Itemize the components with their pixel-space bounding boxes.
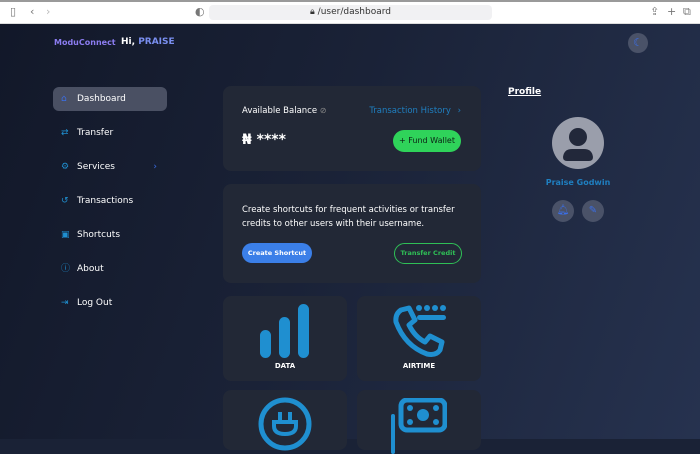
logo[interactable]: ModuConnect	[54, 38, 116, 47]
fund-wallet-button[interactable]: + Fund Wallet	[393, 130, 461, 152]
sidebar-item-transactions[interactable]: ↺Transactions	[53, 189, 167, 213]
new-tab-icon[interactable]: +	[667, 5, 676, 18]
address-bar[interactable]: 🔒︎ /user/dashboard	[209, 5, 492, 20]
service-tile-data[interactable]: DATA	[223, 296, 347, 381]
home-icon: ⌂	[61, 87, 77, 111]
sidebar-item-label: About	[77, 264, 104, 274]
sidebar-item-label: Transactions	[77, 196, 133, 206]
notifications-bell-icon[interactable]: 🔔︎	[552, 200, 574, 222]
sidebar-item-label: Log Out	[77, 298, 112, 308]
plug-icon	[257, 396, 313, 452]
url-text: /user/dashboard	[318, 7, 391, 17]
currency-symbol: ₦	[242, 132, 252, 148]
avatar[interactable]	[552, 117, 604, 169]
info-icon: ⓘ	[61, 257, 77, 281]
sidebar-item-shortcuts[interactable]: ▣Shortcuts	[53, 223, 167, 247]
balance-label-text: Available Balance	[242, 106, 317, 116]
history-icon: ↺	[61, 189, 77, 213]
sidebar-item-dashboard[interactable]: ⌂Dashboard	[53, 87, 167, 111]
gear-icon: ⚙	[61, 155, 77, 179]
shield-icon: ◐	[195, 5, 205, 18]
profile-title: Profile	[508, 87, 541, 97]
back-icon[interactable]: ‹	[30, 5, 34, 18]
forward-icon[interactable]: ›	[46, 5, 50, 18]
amount-hidden: ****	[257, 132, 286, 148]
create-shortcut-button[interactable]: Create Shortcut	[242, 243, 312, 263]
cash-icon	[391, 398, 447, 454]
sidebar-item-label: Shortcuts	[77, 230, 120, 240]
chevron-right-icon: ›	[458, 106, 461, 116]
service-tile-electricity[interactable]	[223, 390, 347, 450]
shortcuts-card: Create shortcuts for frequent activities…	[223, 184, 481, 283]
share-icon[interactable]: ⇪	[650, 5, 659, 18]
dashboard-page: ModuConnect Hi, PRAISE ☾ ⌂Dashboard ⇄Tra…	[0, 24, 700, 439]
shortcuts-description: Create shortcuts for frequent activities…	[242, 203, 462, 231]
edit-profile-icon[interactable]: ✎	[582, 200, 604, 222]
service-tile-cash[interactable]	[357, 390, 481, 450]
service-label: AIRTIME	[357, 362, 481, 370]
balance-card: Available Balance ⊘ Transaction History …	[223, 86, 481, 171]
user-icon	[552, 117, 604, 169]
tabs-icon[interactable]: ⧉	[683, 5, 691, 19]
sidebar-item-label: Services	[77, 162, 115, 172]
phone-icon	[391, 302, 447, 358]
username: PRAISE	[138, 37, 174, 47]
history-link-text: Transaction History	[369, 106, 451, 116]
signal-icon	[257, 304, 313, 360]
balance-label: Available Balance ⊘	[242, 106, 326, 116]
sidebar-item-label: Transfer	[77, 128, 113, 138]
sidebar-item-transfer[interactable]: ⇄Transfer	[53, 121, 167, 145]
sidebar-item-label: Dashboard	[77, 94, 126, 104]
chevron-right-icon: ›	[153, 155, 157, 179]
logout-icon: ⇥	[61, 291, 77, 315]
sidebar-item-services[interactable]: ⚙Services ›	[53, 155, 167, 179]
save-icon: ▣	[61, 223, 77, 247]
greeting: Hi, PRAISE	[121, 37, 175, 47]
transaction-history-link[interactable]: Transaction History ›	[369, 106, 461, 116]
lock-icon: 🔒︎	[310, 7, 315, 17]
transfer-icon: ⇄	[61, 121, 77, 145]
eye-slash-icon[interactable]: ⊘	[320, 106, 327, 115]
greeting-text: Hi,	[121, 37, 135, 47]
service-tile-airtime[interactable]: AIRTIME	[357, 296, 481, 381]
sidebar-item-logout[interactable]: ⇥Log Out	[53, 291, 167, 315]
theme-toggle-moon-icon[interactable]: ☾	[628, 33, 648, 53]
balance-amount: ₦ ****	[242, 132, 286, 148]
service-label: DATA	[223, 362, 347, 370]
sidebar-toggle-icon[interactable]: ▯	[10, 5, 16, 18]
browser-toolbar: ▯ ‹ › ◐ 🔒︎ /user/dashboard ⇪ + ⧉	[0, 0, 700, 24]
sidebar-item-about[interactable]: ⓘAbout	[53, 257, 167, 281]
profile-name: Praise Godwin	[528, 178, 628, 187]
transfer-credit-button[interactable]: Transfer Credit	[394, 243, 462, 264]
